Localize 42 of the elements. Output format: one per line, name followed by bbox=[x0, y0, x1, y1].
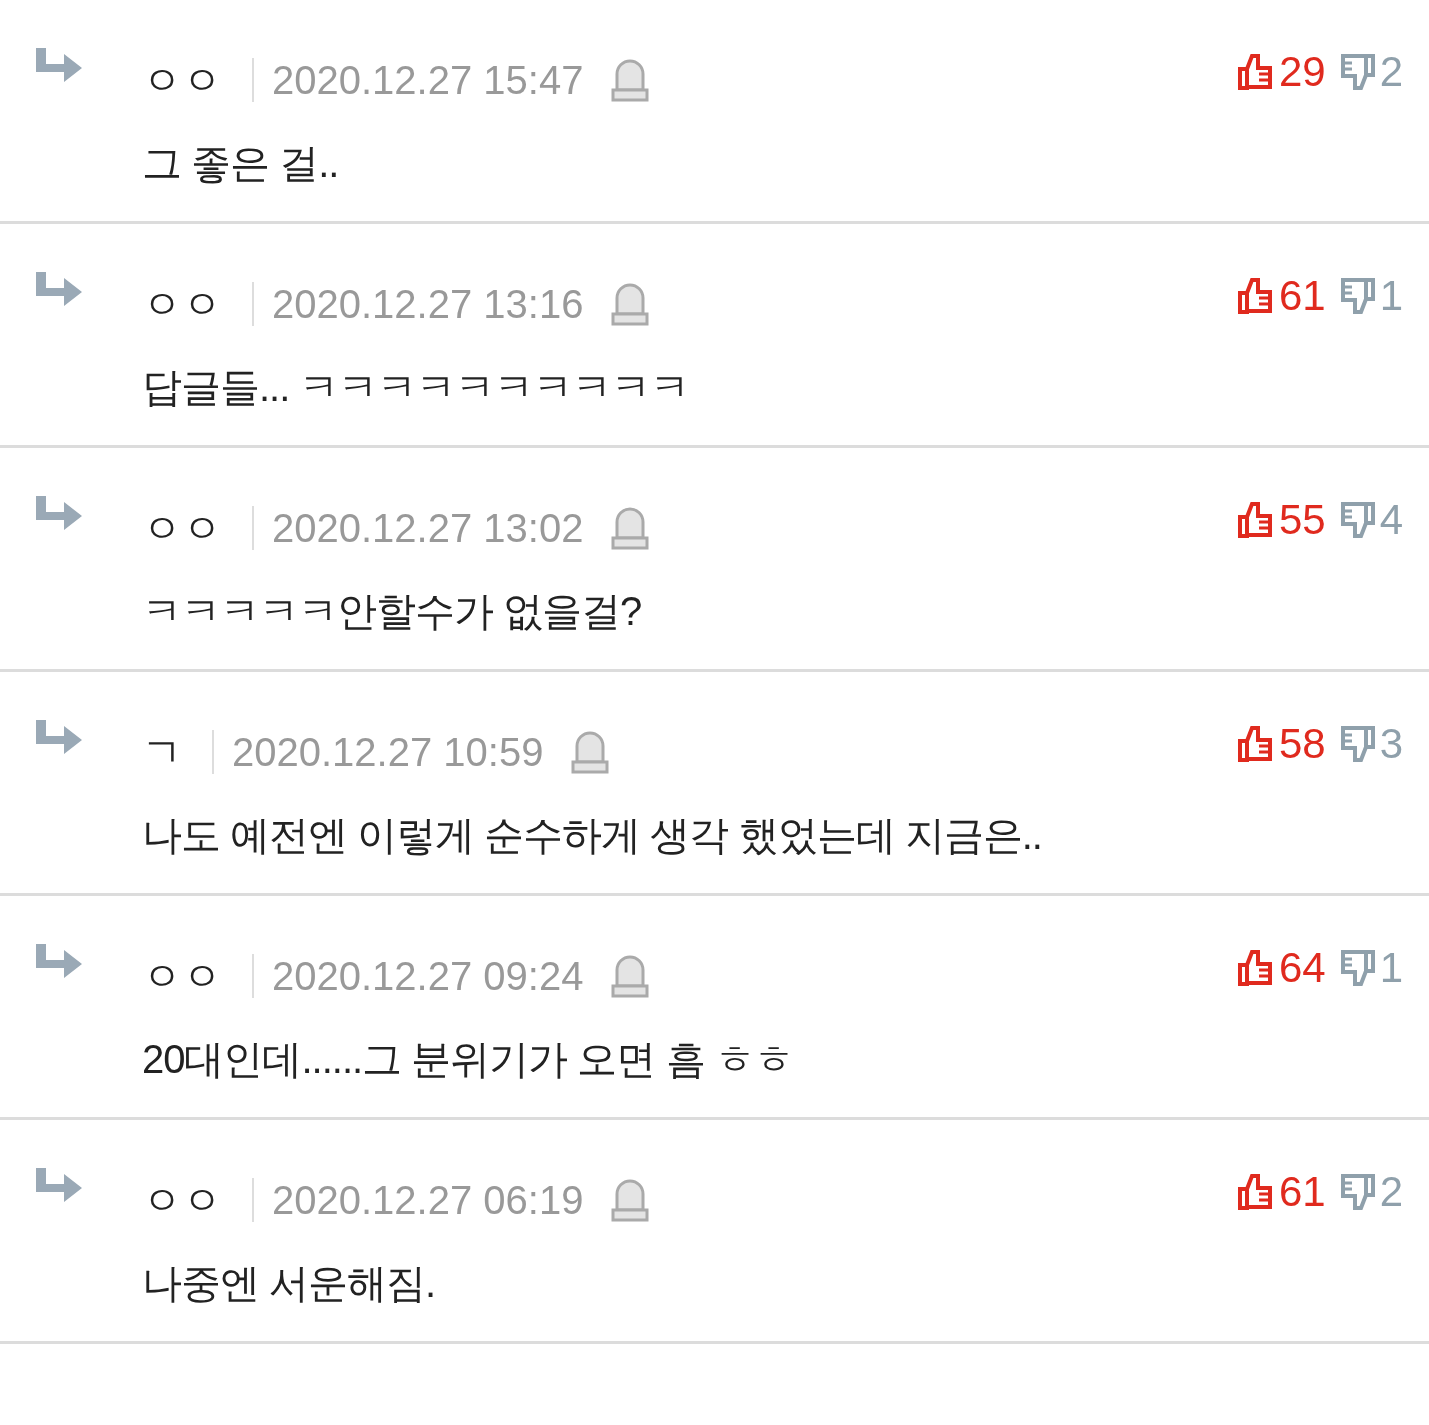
comment-text: ㅋㅋㅋㅋㅋ안할수가 없을걸? bbox=[142, 588, 643, 635]
thumbs-up-icon[interactable] bbox=[1236, 277, 1275, 315]
dislike-count: 2 bbox=[1379, 48, 1403, 96]
comment-date: 2020.12.27 06:19 bbox=[272, 1177, 584, 1223]
dislike-count: 3 bbox=[1379, 720, 1403, 768]
thumbs-up-icon[interactable] bbox=[1236, 949, 1275, 987]
siren-icon[interactable] bbox=[611, 506, 650, 550]
dislike-count: 1 bbox=[1379, 272, 1403, 320]
siren-icon[interactable] bbox=[571, 730, 610, 774]
siren-icon[interactable] bbox=[611, 58, 650, 102]
thumbs-up-icon[interactable] bbox=[1236, 725, 1275, 763]
like-count: 58 bbox=[1278, 720, 1326, 768]
like-count: 64 bbox=[1278, 944, 1326, 992]
comment-text: 나도 예전엔 이렇게 순수하게 생각 했었는데 지금은.. bbox=[142, 812, 1043, 859]
siren-icon[interactable] bbox=[611, 1178, 650, 1222]
like-count: 55 bbox=[1278, 496, 1326, 544]
thumbs-up-icon[interactable] bbox=[1236, 501, 1275, 539]
siren-icon[interactable] bbox=[611, 282, 650, 326]
comment-author: ㅇㅇ bbox=[142, 280, 222, 328]
comment-author: ㅇㅇ bbox=[142, 504, 222, 552]
dislike-count: 4 bbox=[1379, 496, 1403, 544]
comment-text: 20대인데......그 분위기가 오면 흠 ㅎㅎ bbox=[142, 1036, 794, 1083]
like-count: 61 bbox=[1278, 272, 1326, 320]
thumbs-up-icon[interactable] bbox=[1236, 1173, 1275, 1211]
comment-author: ㅇㅇ bbox=[142, 952, 222, 1000]
comment-date: 2020.12.27 09:24 bbox=[272, 953, 584, 999]
siren-icon[interactable] bbox=[611, 954, 650, 998]
comment-date: 2020.12.27 13:16 bbox=[272, 281, 584, 327]
dislike-count: 2 bbox=[1379, 1168, 1403, 1216]
comment-text: 나중엔 서운해짐. bbox=[142, 1260, 437, 1307]
comment-author: ㅇㅇ bbox=[142, 1176, 222, 1224]
comment-date: 2020.12.27 13:02 bbox=[272, 505, 584, 551]
thumbs-up-icon[interactable] bbox=[1236, 53, 1275, 91]
comment-author: ㅇㅇ bbox=[142, 56, 222, 104]
like-count: 29 bbox=[1278, 48, 1326, 96]
comment-text: 그 좋은 걸.. bbox=[142, 140, 340, 187]
comment-date: 2020.12.27 15:47 bbox=[272, 57, 584, 103]
dislike-count: 1 bbox=[1379, 944, 1403, 992]
comment-date: 2020.12.27 10:59 bbox=[232, 729, 544, 775]
comment-author: ㄱ bbox=[142, 728, 182, 776]
comment-text: 답글들... ㅋㅋㅋㅋㅋㅋㅋㅋㅋㅋ bbox=[142, 364, 691, 411]
like-count: 61 bbox=[1278, 1168, 1326, 1216]
